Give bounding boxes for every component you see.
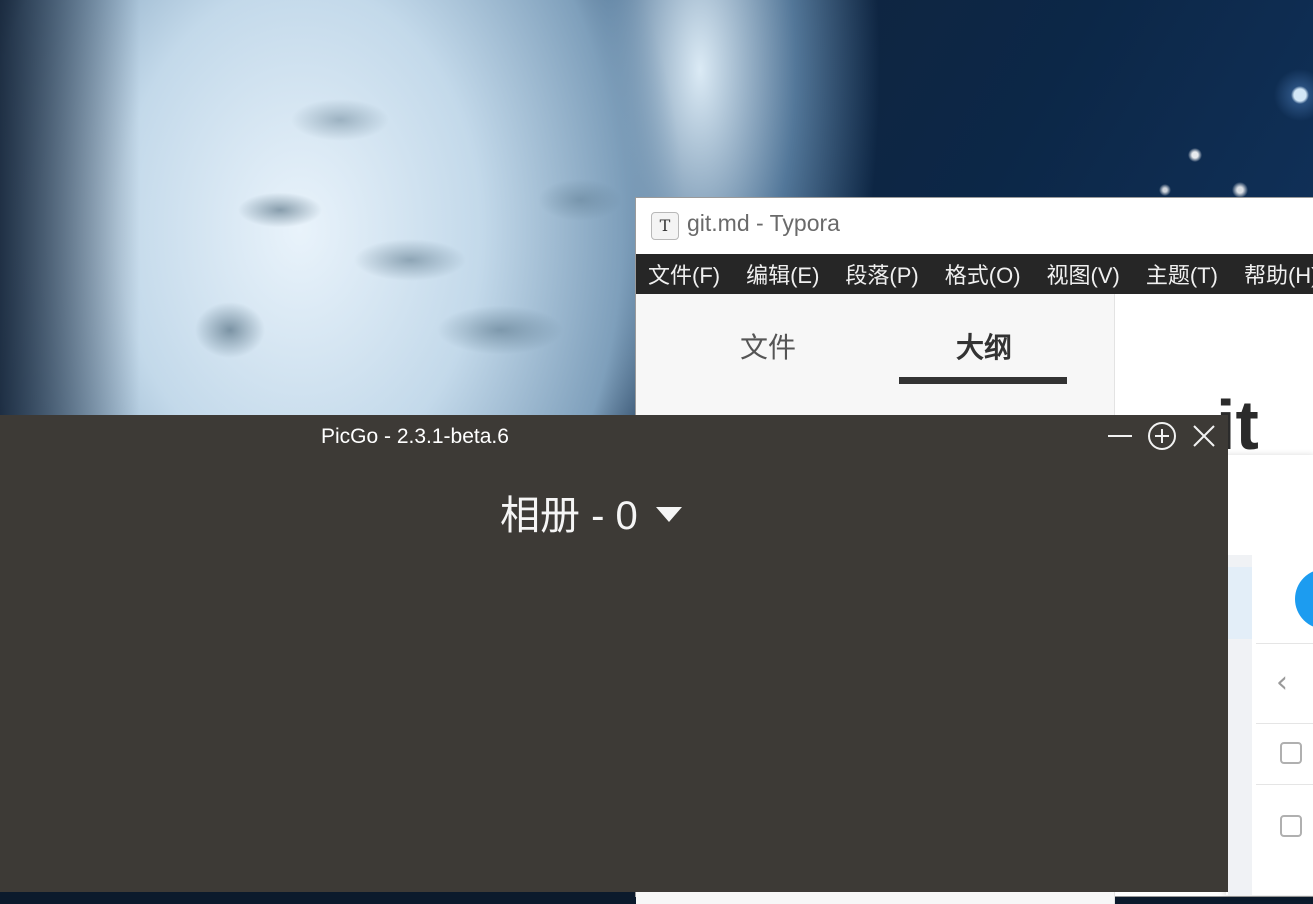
webpage-sidebar-highlight — [1228, 567, 1252, 639]
divider — [1256, 784, 1313, 785]
tab-files[interactable]: 文件 — [740, 326, 796, 366]
plus-circle-icon[interactable] — [1145, 419, 1179, 453]
menu-edit[interactable]: 编辑(E) — [746, 258, 819, 290]
checkbox[interactable] — [1280, 742, 1302, 764]
wallpaper-shadow — [0, 0, 140, 420]
checkbox[interactable] — [1280, 815, 1302, 837]
typora-menubar: 文件(F) 编辑(E) 段落(P) 格式(O) 视图(V) 主题(T) 帮助(H… — [636, 254, 1313, 294]
typora-app-icon: T — [651, 212, 679, 240]
menu-file[interactable]: 文件(F) — [648, 258, 720, 290]
background-webpage: ‹ — [1226, 455, 1313, 895]
divider — [1256, 723, 1313, 724]
gallery-title: 相册 - 0 — [500, 494, 638, 538]
menu-view[interactable]: 视图(V) — [1047, 258, 1120, 290]
menu-paragraph[interactable]: 段落(P) — [845, 258, 918, 290]
chevron-left-icon[interactable]: ‹ — [1276, 668, 1288, 698]
picgo-window[interactable]: PicGo - 2.3.1-beta.6 相册 - 0 — [0, 415, 1228, 892]
typora-titlebar[interactable]: T git.md - Typora — [636, 198, 1313, 254]
menu-help[interactable]: 帮助(H) — [1244, 258, 1313, 290]
tab-outline[interactable]: 大纲 — [956, 326, 1012, 366]
earth-cloud-texture — [80, 0, 700, 420]
divider — [1256, 643, 1313, 644]
active-tab-indicator — [899, 377, 1067, 384]
menu-theme[interactable]: 主题(T) — [1146, 258, 1218, 290]
gallery-dropdown[interactable]: 相册 - 0 — [500, 483, 682, 541]
menu-format[interactable]: 格式(O) — [945, 258, 1021, 290]
close-icon[interactable] — [1187, 419, 1221, 453]
blue-circle-button[interactable] — [1295, 569, 1313, 629]
caret-down-icon — [655, 506, 682, 522]
typora-window-title: git.md - Typora — [687, 210, 840, 236]
minimize-icon[interactable] — [1103, 419, 1137, 453]
picgo-window-title: PicGo - 2.3.1-beta.6 — [321, 425, 509, 448]
